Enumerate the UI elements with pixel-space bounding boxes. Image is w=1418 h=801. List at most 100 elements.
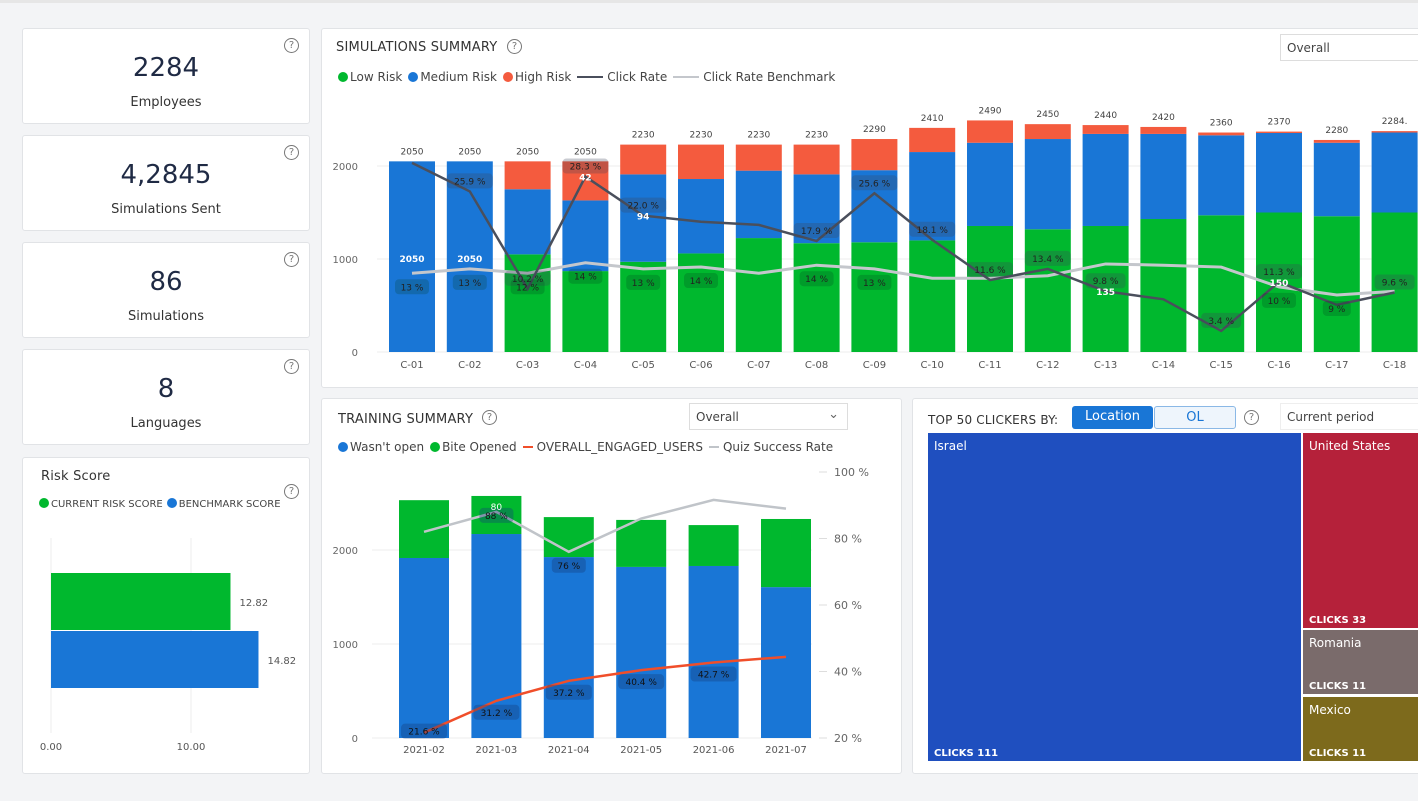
engaged-label: 31.2 % [481, 709, 513, 719]
risk-score-chart: 12.82 14.82 0.00 10.00 [40, 538, 296, 753]
bar-high-risk [909, 127, 956, 153]
total-label: 2230 [632, 131, 655, 141]
bar-low-risk [793, 243, 840, 352]
simulations-summary-panel: SIMULATIONS SUMMARY ? Overall Low Risk M… [321, 28, 1418, 388]
bar-medium-risk [1313, 142, 1360, 217]
x-tick-label: 2021-06 [693, 745, 735, 756]
simulations-chart: 0 1000 2000 2050 C-01 2050 C-02 2050 C-03 2050 C-0… [333, 106, 1418, 371]
y-tick-label: 1000 [333, 640, 358, 651]
bar-high-risk [1313, 139, 1360, 143]
total-label: 2280 [1325, 126, 1348, 136]
bar-bite-opened [761, 518, 811, 588]
x-tick-label: C-08 [805, 360, 828, 371]
click-rate-label: 11.3 % [1263, 268, 1295, 278]
click-rate-label: 17.9 % [801, 227, 833, 237]
panel-title: TOP 50 CLICKERS BY: [928, 413, 1059, 427]
treemap-israel[interactable]: Israel CLICKS 111 [928, 433, 1301, 761]
bar-high-risk [851, 139, 898, 171]
total-label: 2450 [1036, 110, 1059, 120]
click-rate-label: 13.4 % [1032, 255, 1064, 265]
bar-high-risk [1082, 125, 1129, 134]
x-tick-label: C-02 [458, 360, 481, 371]
bar-value-label: 12.82 [239, 598, 268, 609]
treemap-clicks: CLICKS 33 [1309, 615, 1367, 626]
total-label: 2370 [1268, 118, 1291, 128]
y-tick-label: 2000 [333, 546, 358, 557]
line-click-rate [411, 161, 1395, 333]
bar-low-risk [851, 242, 898, 352]
bar-low-risk [1140, 219, 1187, 352]
treemap-label: United States [1309, 439, 1391, 453]
x-tick-label: C-09 [863, 360, 886, 371]
total-label: 2050 [574, 147, 597, 157]
help-icon[interactable]: ? [284, 359, 299, 374]
bar-wasnt-open [616, 566, 667, 738]
x-tick-label: C-17 [1325, 360, 1348, 371]
bar-value-label: 14.82 [267, 656, 296, 667]
toggle-location[interactable]: Location [1072, 406, 1153, 429]
help-icon[interactable]: ? [1244, 410, 1259, 425]
bar-medium-risk [1256, 132, 1302, 213]
count-annotation: 150 [1270, 279, 1289, 289]
x-tick-label: C-16 [1267, 360, 1290, 371]
engaged-label: 42.7 % [698, 671, 730, 681]
x-tick-label: C-12 [1036, 360, 1059, 371]
total-label: 2410 [921, 114, 944, 124]
x-tick-label: C-15 [1210, 360, 1233, 371]
bar-medium-risk [1140, 133, 1187, 220]
bar-benchmark-score [51, 631, 259, 688]
click-rate-label: 9.8 % [1093, 277, 1119, 287]
x-tick-label: C-03 [516, 360, 539, 371]
kpi-employees: 2284 Employees ? [22, 28, 310, 124]
toggle-ol[interactable]: OL [1154, 406, 1236, 429]
x-tick-label: C-01 [400, 360, 423, 371]
kpi-label: Languages [130, 416, 202, 431]
total-label: 2230 [747, 131, 770, 141]
y2-tick-label: 80 % [834, 533, 862, 546]
bar-low-risk [967, 225, 1013, 352]
bar-high-risk [1256, 131, 1302, 133]
y-tick-label: 0 [352, 348, 358, 359]
x-tick-label: C-07 [747, 360, 770, 371]
treemap-mexico[interactable]: Mexico CLICKS 11 [1303, 697, 1418, 761]
period-dropdown[interactable]: Current period [1280, 403, 1418, 430]
count-annotation: 42 [579, 174, 592, 184]
bar-high-risk [735, 144, 782, 171]
help-icon[interactable]: ? [284, 145, 299, 160]
x-tick-label: C-10 [921, 360, 944, 371]
treemap-clicks: CLICKS 11 [1309, 748, 1367, 759]
y2-tick-label: 20 % [834, 732, 862, 745]
benchmark-label: 13 % [863, 279, 886, 289]
treemap-romania[interactable]: Romania CLICKS 11 [1303, 630, 1418, 694]
bar-bite-opened [688, 525, 739, 566]
x-tick-label: 2021-04 [548, 745, 590, 756]
training-chart: 0 1000 2000 20 % 40 % 60 % 80 % 100 % 2021-02 202… [333, 466, 869, 756]
total-label: 2230 [805, 131, 828, 141]
total-label: 2490 [979, 106, 1002, 116]
click-rate-label: 25.9 % [454, 177, 486, 187]
kpi-value: 4,2845 [120, 160, 212, 190]
bar-high-risk [1371, 131, 1418, 133]
help-icon[interactable]: ? [284, 38, 299, 53]
total-label: 2050 [458, 147, 481, 157]
kpi-languages: 8 Languages ? [22, 349, 310, 445]
bar-medium-risk [504, 189, 551, 255]
treemap-united-states[interactable]: United States CLICKS 33 [1303, 433, 1418, 628]
bar-low-risk [1313, 216, 1360, 352]
kpi-value: 86 [149, 267, 183, 297]
bar-high-risk [1198, 132, 1245, 136]
x-tick-label: 0.00 [40, 742, 62, 753]
click-rate-label: 18.1 % [916, 226, 948, 236]
kpi-value: 8 [157, 374, 175, 404]
kpi-label: Employees [130, 95, 202, 110]
bar-medium-risk [967, 142, 1013, 226]
total-label: 2284. [1382, 117, 1408, 127]
bar-high-risk [678, 144, 724, 180]
help-icon[interactable]: ? [284, 252, 299, 267]
x-tick-label: 2021-03 [476, 745, 518, 756]
treemap-label: Romania [1309, 636, 1362, 650]
benchmark-label: 13 % [401, 283, 424, 293]
bar-high-risk [620, 144, 667, 175]
y2-tick-label: 100 % [834, 466, 869, 479]
click-rate-label: 9.6 % [1382, 278, 1408, 288]
